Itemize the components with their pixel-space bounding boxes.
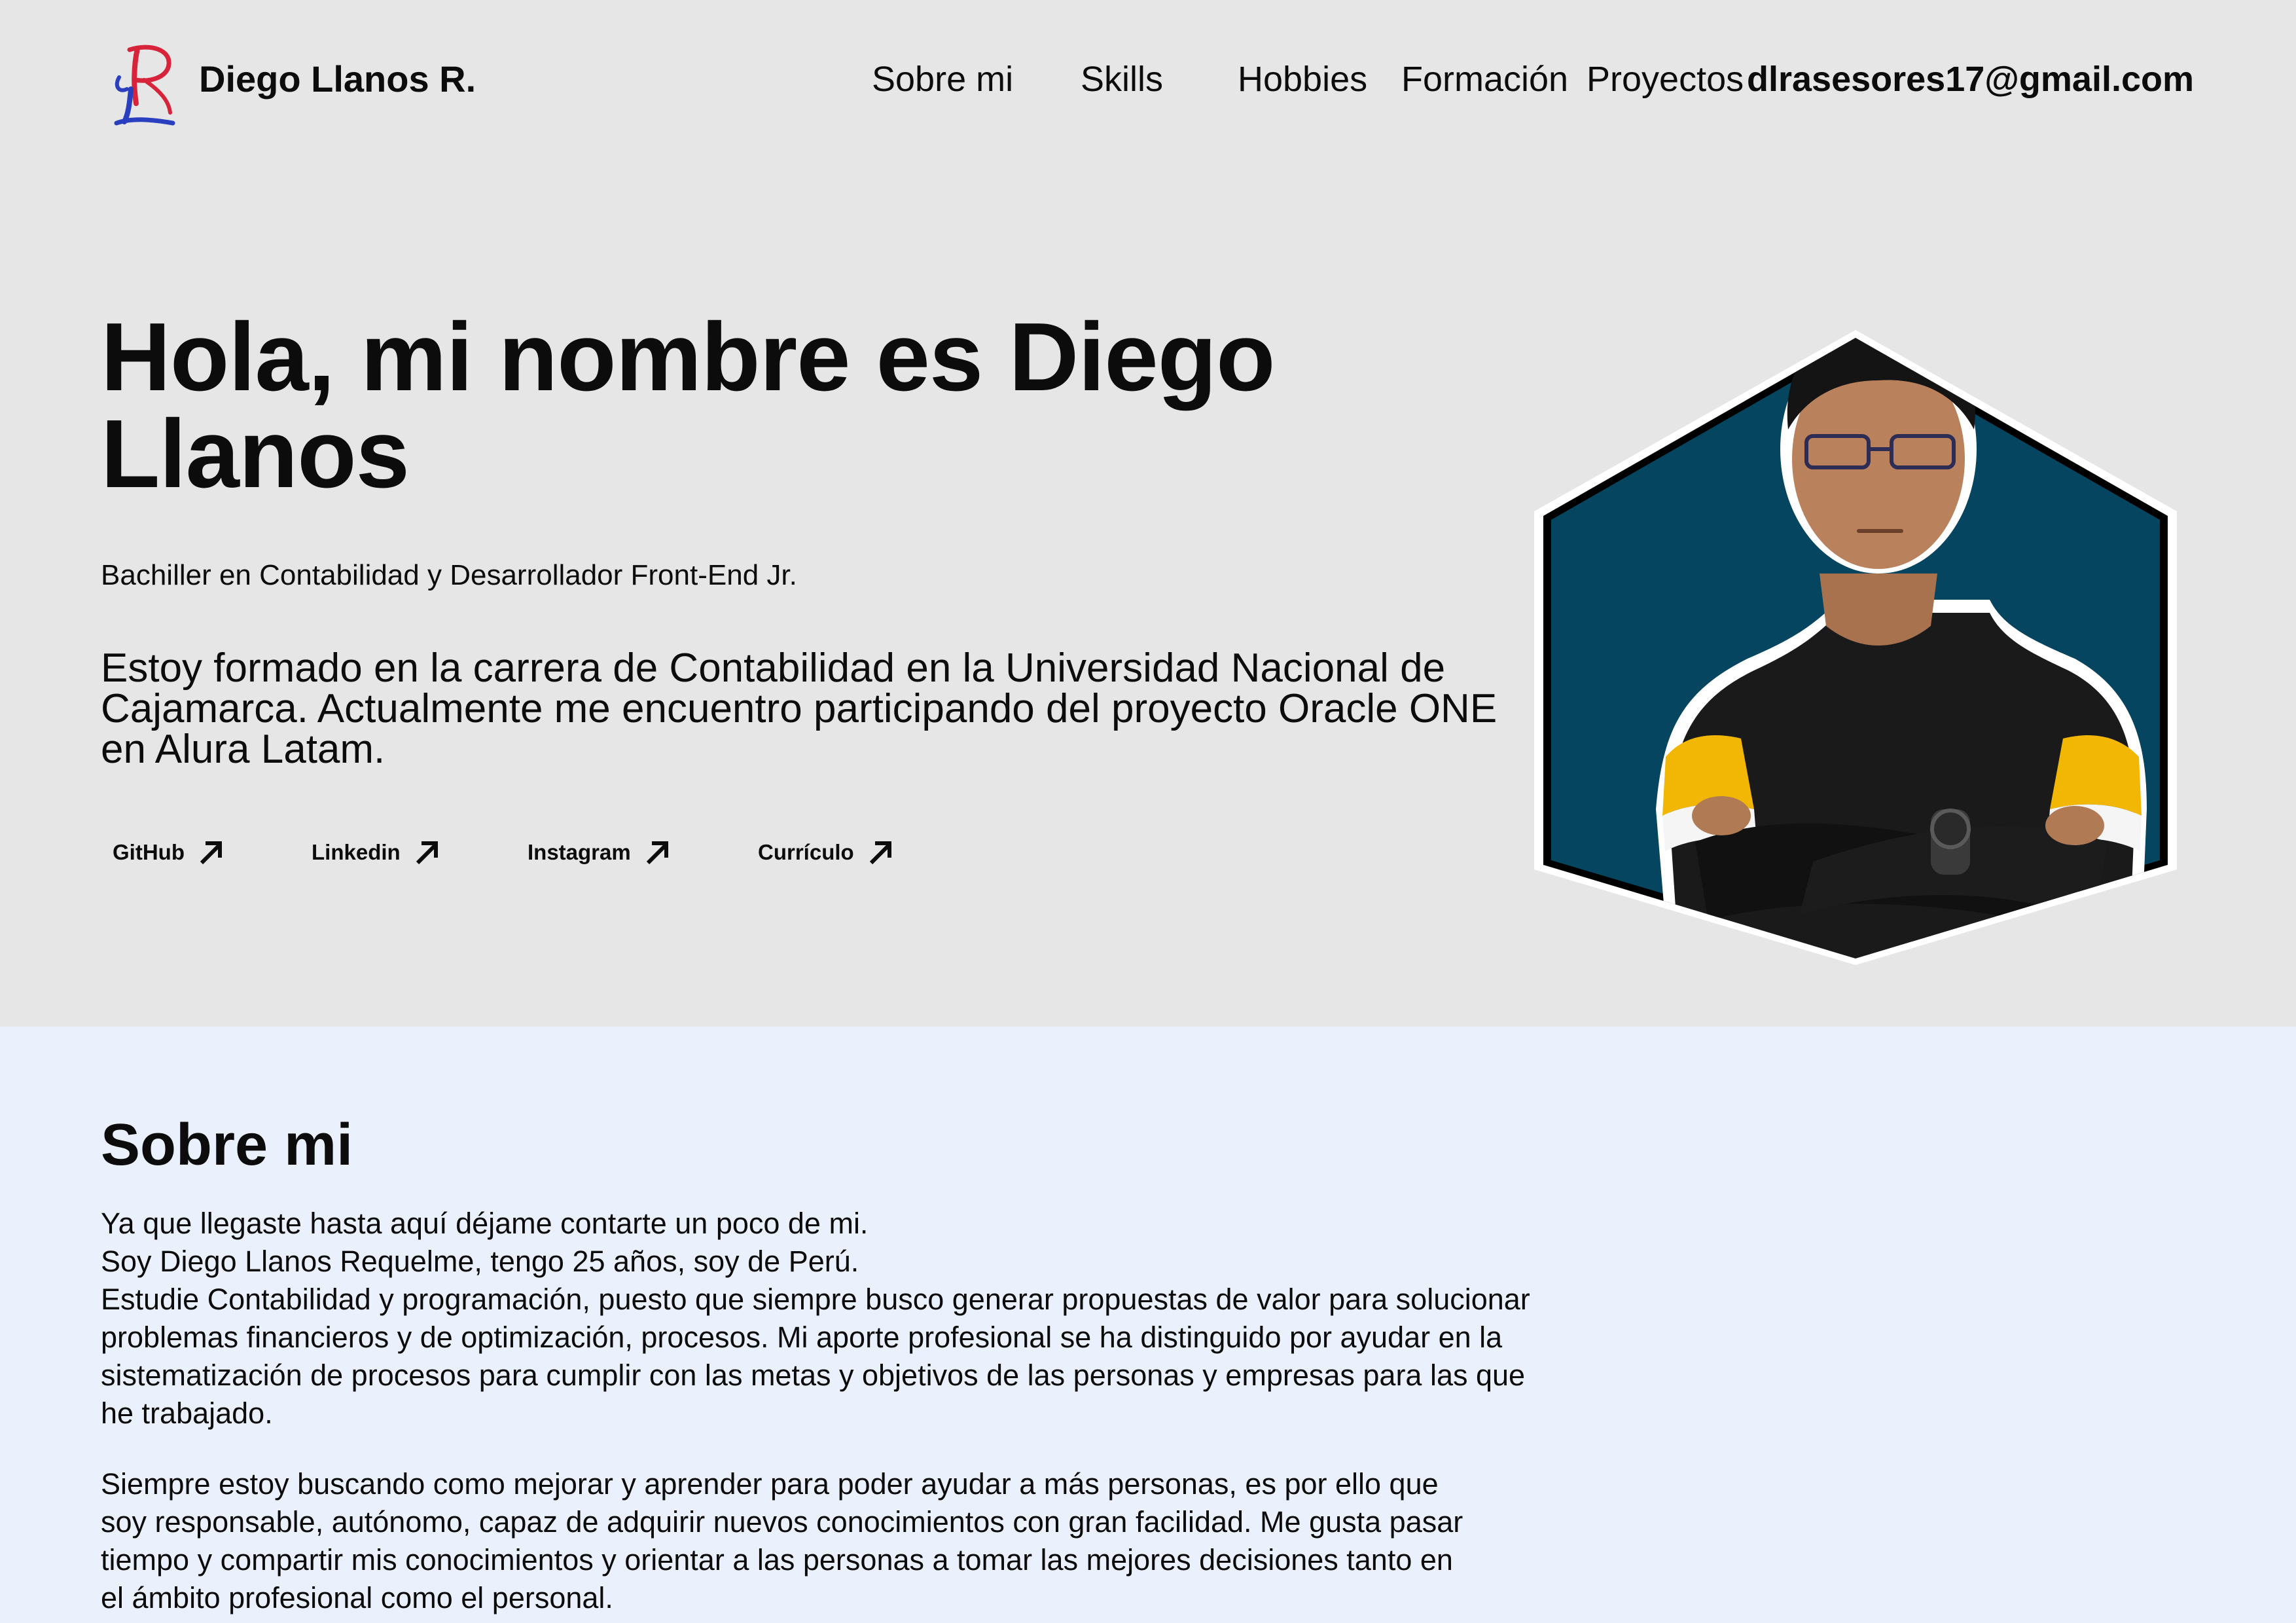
- email-link[interactable]: dlrasesores17@gmail.com: [1747, 59, 2194, 100]
- about-line-personal: Soy Diego Llanos Requelme, tengo 25 años…: [101, 1245, 859, 1278]
- hero-section: Hola, mi nombre es Diego Llanos Bachille…: [0, 170, 2296, 1027]
- about-paragraph-2: Siempre estoy buscando como mejorar y ap…: [101, 1467, 1463, 1614]
- about-title: Sobre mi: [101, 1112, 353, 1178]
- about-section: Sobre mi Ya que llegaste hasta aquí déja…: [0, 1027, 2296, 1623]
- curriculo-link-label: Currículo: [758, 840, 854, 864]
- nav-hobbies[interactable]: Hobbies: [1238, 59, 1367, 100]
- github-link[interactable]: GitHub: [113, 838, 225, 867]
- nav-skills[interactable]: Skills: [1081, 59, 1163, 100]
- instagram-link[interactable]: Instagram: [528, 838, 672, 867]
- nav-proyectos[interactable]: Proyectos: [1587, 59, 1744, 100]
- dl-logo-icon[interactable]: [105, 41, 183, 128]
- nav-formacion[interactable]: Formación: [1401, 59, 1568, 100]
- about-line-studies: Estudie Contabilidad y programación, pue…: [101, 1283, 1530, 1430]
- arrow-up-right-icon: [646, 841, 668, 865]
- about-line-intro: Ya que llegaste hasta aquí déjame contar…: [101, 1207, 869, 1240]
- site-header: Diego Llanos R. Sobre mi Skills Hobbies …: [0, 0, 2296, 170]
- arrow-up-right-icon: [416, 841, 438, 865]
- hero-subtitle: Bachiller en Contabilidad y Desarrollado…: [101, 559, 797, 591]
- arrow-up-right-icon: [200, 841, 222, 865]
- github-link-label: GitHub: [113, 840, 185, 864]
- hero-description: Estoy formado en la carrera de Contabili…: [101, 646, 1498, 772]
- linkedin-link-label: Linkedin: [312, 840, 401, 864]
- instagram-link-label: Instagram: [528, 840, 631, 864]
- curriculo-link[interactable]: Currículo: [758, 838, 895, 867]
- about-paragraph-1: Ya que llegaste hasta aquí déjame contar…: [101, 1205, 1541, 1432]
- arrow-up-right-icon: [869, 841, 891, 865]
- nav-sobre-mi[interactable]: Sobre mi: [872, 59, 1013, 100]
- brand-name[interactable]: Diego Llanos R.: [199, 58, 476, 100]
- linkedin-link[interactable]: Linkedin: [312, 838, 441, 867]
- profile-portrait: [1534, 330, 2177, 965]
- hero-title: Hola, mi nombre es Diego Llanos: [101, 303, 1275, 508]
